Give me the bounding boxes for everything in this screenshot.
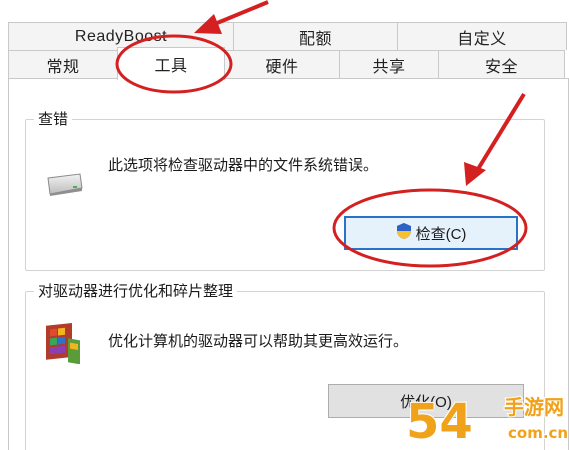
uac-shield-icon xyxy=(396,222,412,244)
tab-tools[interactable]: 工具 xyxy=(117,47,225,80)
watermark-brand: 手游网 xyxy=(504,395,564,419)
check-button[interactable]: 检查(C) xyxy=(344,216,518,250)
error-check-description: 此选项将检查驱动器中的文件系统错误。 xyxy=(108,157,379,174)
tab-sharing[interactable]: 共享 xyxy=(339,50,439,78)
drive-properties-dialog: ReadyBoost 配额 自定义 常规 工具 硬件 共享 安全 查错 此选项将… xyxy=(0,0,569,450)
tab-general[interactable]: 常规 xyxy=(8,50,118,78)
tab-row-bottom: 常规 工具 硬件 共享 安全 xyxy=(8,47,565,80)
tab-row-top: ReadyBoost 配额 自定义 xyxy=(8,22,567,50)
tab-readyboost[interactable]: ReadyBoost xyxy=(8,22,234,50)
tab-customize[interactable]: 自定义 xyxy=(397,22,567,50)
error-check-group: 查错 此选项将检查驱动器中的文件系统错误。 检查(C) xyxy=(25,108,545,271)
error-check-title: 查错 xyxy=(34,108,73,129)
check-button-label: 检查(C) xyxy=(415,225,467,243)
tab-hardware[interactable]: 硬件 xyxy=(224,50,340,78)
optimize-description: 优化计算机的驱动器可以帮助其更高效运行。 xyxy=(108,333,409,350)
site-watermark: 54 手游网 com.cn xyxy=(404,388,569,450)
watermark-number: 54 xyxy=(406,394,473,450)
optimize-title: 对驱动器进行优化和碎片整理 xyxy=(34,280,238,301)
drive-icon xyxy=(44,172,84,201)
tab-security[interactable]: 安全 xyxy=(438,50,565,78)
watermark-domain: com.cn xyxy=(508,424,568,442)
tab-quota[interactable]: 配额 xyxy=(233,22,398,50)
defrag-icon xyxy=(44,320,84,369)
